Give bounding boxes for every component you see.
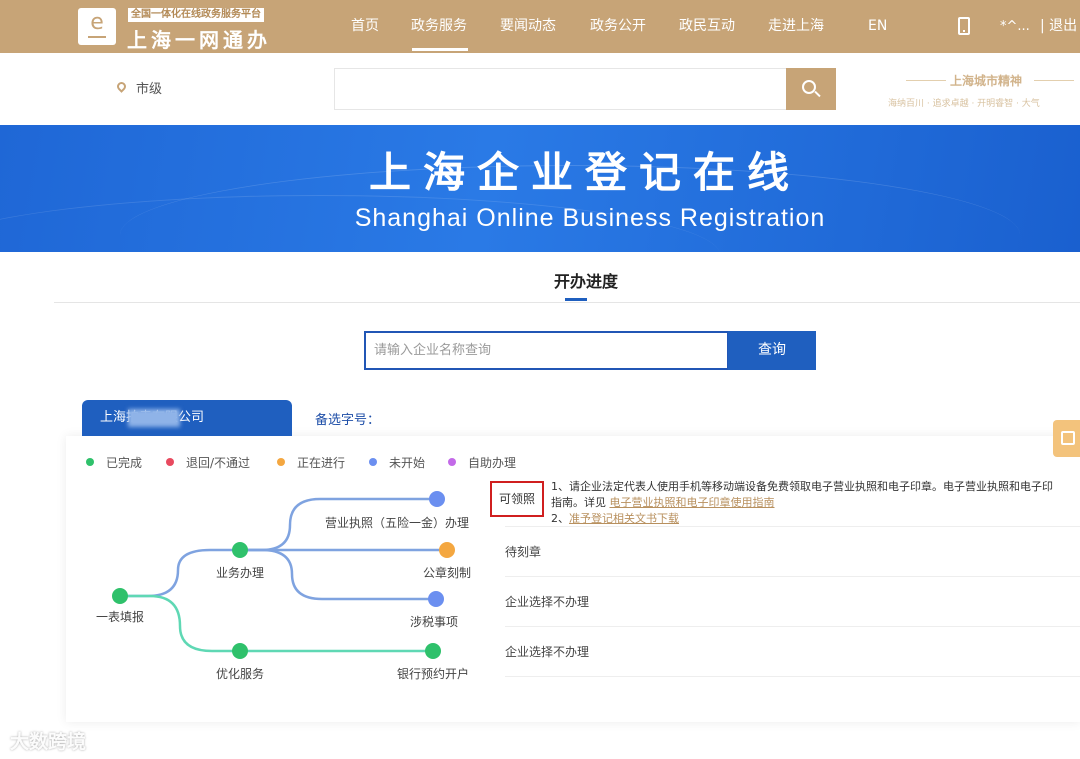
- node-bank-dot: [425, 643, 441, 659]
- node-business-label[interactable]: 业务办理: [216, 564, 264, 581]
- node-bank-label[interactable]: 银行预约开户: [397, 665, 469, 682]
- node-tax-dot: [428, 591, 444, 607]
- edge-business-tax: [240, 548, 436, 601]
- node-optimize-dot: [232, 643, 248, 659]
- bank-status-text: 企业选择不办理: [505, 645, 590, 659]
- node-tax-label[interactable]: 涉税事项: [410, 613, 458, 630]
- divider: [505, 526, 1080, 527]
- node-business-dot: [232, 542, 248, 558]
- divider: [505, 676, 1080, 677]
- divider: [505, 576, 1080, 577]
- seal-status-text: 待刻章: [505, 545, 542, 559]
- watermark: 大数跨境: [10, 731, 87, 753]
- e-license-guide-link[interactable]: 电子营业执照和电子印章使用指南: [610, 496, 775, 509]
- node-seal-dot: [439, 542, 455, 558]
- node-seal-label[interactable]: 公章刻制: [423, 564, 471, 581]
- node-license-label[interactable]: 营业执照（五险一金）办理: [325, 514, 469, 531]
- node-license-dot: [429, 491, 445, 507]
- license-detail-line1: 1、请企业法定代表人使用手机等移动端设备免费领取电子营业执照和电子印章。电子营业…: [551, 480, 1053, 493]
- divider: [505, 626, 1080, 627]
- edge-root-optimize-bank: [120, 594, 433, 653]
- node-root-label[interactable]: 一表填报: [96, 608, 144, 625]
- node-optimize-label[interactable]: 优化服务: [216, 665, 264, 682]
- license-detail-line3: 2、准予登记相关文书下载: [551, 512, 679, 525]
- registration-docs-download-link[interactable]: 准予登记相关文书下载: [569, 512, 679, 525]
- tax-status-text: 企业选择不办理: [505, 595, 590, 609]
- node-root-dot: [112, 588, 128, 604]
- license-detail-line2: 指南。详见 电子营业执照和电子印章使用指南: [551, 496, 775, 509]
- license-status-badge: 可领照: [490, 481, 544, 517]
